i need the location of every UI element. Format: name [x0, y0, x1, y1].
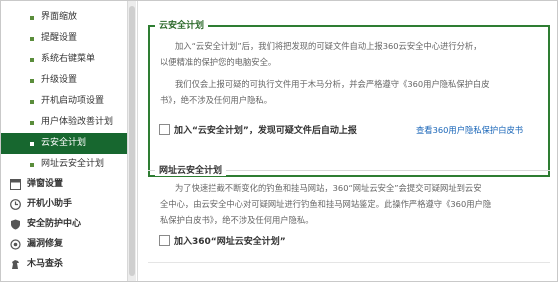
sidebar-item-cloud-security[interactable]: 云安全计划	[1, 133, 127, 154]
sidebar-item-ui-scaling[interactable]: 界面缩放	[1, 7, 127, 28]
popup-icon	[10, 179, 21, 190]
cloud-security-desc-line: 我们仅会上报可疑的可执行文件用于木马分析，并会严格遵守《360用户隐私保护白皮	[175, 79, 490, 89]
sidebar-item-label: 升级设置	[41, 75, 78, 85]
sidebar: 界面缩放 提醒设置 系统右键菜单 升级设置 开机启动项设置 用户体验改善计划 云…	[1, 1, 127, 281]
sidebar-category-vuln-fix[interactable]: 漏洞修复	[1, 235, 127, 254]
sidebar-item-label: 系统右键菜单	[41, 54, 96, 64]
cloud-security-title: 云安全计划	[155, 18, 209, 31]
cloud-security-desc-line: 书》，绝不涉及任何用户隐私。	[160, 95, 273, 105]
sidebar-category-startup-assistant[interactable]: 开机小助手	[1, 195, 127, 214]
sidebar-item-context-menu[interactable]: 系统右键菜单	[1, 49, 127, 70]
bullet-icon	[30, 163, 34, 167]
sidebar-category-label: 开机小助手	[27, 199, 73, 209]
sidebar-category-label: 安全防护中心	[27, 219, 82, 229]
bullet-icon	[30, 100, 34, 104]
bullet-icon	[30, 58, 34, 62]
sidebar-item-upgrade-settings[interactable]: 升级设置	[1, 70, 127, 91]
sidebar-category-security-center[interactable]: 安全防护中心	[1, 215, 127, 234]
bullet-icon	[30, 142, 34, 146]
url-security-desc-line: 为了快速拦截不断变化的钓鱼和挂马网站，360“网址云安全”会提交可疑网址到云安	[175, 183, 482, 193]
sidebar-item-label: 界面缩放	[41, 12, 78, 22]
url-security-desc-line: 私保护白皮书》，绝不涉及任何用户隐私。	[160, 215, 314, 225]
clock-icon	[10, 199, 21, 210]
horse-icon	[12, 260, 19, 269]
sidebar-item-startup-settings[interactable]: 开机启动项设置	[1, 91, 127, 112]
url-security-desc-line: 全中心，由云安全中心对可疑网址进行钓鱼和挂马网站鉴定。此操作严格遵守《360用户…	[160, 199, 492, 209]
sidebar-category-label: 弹窗设置	[27, 179, 64, 189]
cloud-security-desc-line: 加入“云安全计划”后，我们将把发现的可疑文件自动上报360云安全中心进行分析，	[175, 41, 482, 51]
bullet-icon	[30, 16, 34, 20]
bullet-icon	[30, 37, 34, 41]
sidebar-item-label: 用户体验改善计划	[41, 117, 114, 127]
sidebar-category-label: 漏洞修复	[27, 239, 64, 249]
bullet-icon	[30, 79, 34, 83]
url-security-bottom-border	[148, 262, 550, 263]
sidebar-scrollbar-thumb[interactable]	[129, 6, 135, 276]
sidebar-item-reminder-settings[interactable]: 提醒设置	[1, 28, 127, 49]
gear-icon	[10, 239, 21, 250]
cloud-security-desc-line: 以便精准的保护您的电脑安全。	[160, 57, 277, 67]
sidebar-item-url-cloud-security[interactable]: 网址云安全计划	[1, 154, 127, 175]
sidebar-item-label: 云安全计划	[41, 138, 87, 148]
bullet-icon	[30, 121, 34, 125]
sidebar-item-label: 网址云安全计划	[41, 159, 105, 169]
divider	[137, 1, 138, 281]
sidebar-item-ux-improvement[interactable]: 用户体验改善计划	[1, 112, 127, 133]
sidebar-category-trojan-scan[interactable]: 木马查杀	[1, 255, 127, 274]
url-security-title: 网址云安全计划	[155, 163, 227, 176]
cloud-security-checkbox[interactable]	[159, 124, 170, 135]
cloud-security-checkbox-label[interactable]: 加入“云安全计划”，发现可疑文件后自动上报	[174, 123, 357, 136]
sidebar-category-popup[interactable]: 弹窗设置	[1, 175, 127, 194]
privacy-whitepaper-link[interactable]: 查看360用户隐私保护白皮书	[416, 124, 523, 136]
sidebar-category-label: 木马查杀	[27, 259, 64, 269]
shield-icon	[11, 219, 20, 230]
sidebar-item-label: 开机启动项设置	[41, 96, 105, 106]
url-security-checkbox-label[interactable]: 加入360“网址云安全计划”	[174, 234, 286, 247]
sidebar-item-label: 提醒设置	[41, 33, 78, 43]
url-security-checkbox[interactable]	[159, 235, 170, 246]
